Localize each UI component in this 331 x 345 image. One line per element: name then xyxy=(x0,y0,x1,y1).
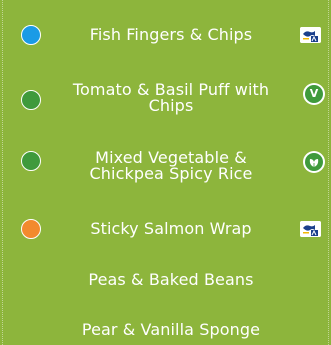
dotted-border-right xyxy=(328,0,329,345)
dotted-border-left xyxy=(2,0,3,345)
blue-dot-icon xyxy=(21,25,41,45)
menu-item-label: Fish Fingers & Chips xyxy=(89,25,253,44)
menu-item-label: Mixed Vegetable & Chickpea Spicy Rice xyxy=(89,148,253,183)
green-dot-icon xyxy=(21,151,41,171)
menu-item-label: Sticky Salmon Wrap xyxy=(90,219,252,238)
menu-item-label: Pear & Vanilla Sponge xyxy=(81,320,261,339)
vegan-leaf-icon xyxy=(303,151,325,173)
menu-item-label: Peas & Baked Beans xyxy=(88,270,254,289)
menu-item-label: Tomato & Basil Puff with Chips xyxy=(72,80,270,115)
msc-fish-icon xyxy=(300,221,321,237)
vegetarian-v-icon: V xyxy=(303,83,325,105)
menu-panel: Fish Fingers & Chips Tomato & Basil Puff… xyxy=(0,0,331,345)
vegetarian-v-text: V xyxy=(305,85,323,103)
msc-fish-icon xyxy=(300,27,321,43)
green-dot-icon xyxy=(21,90,41,110)
orange-dot-icon xyxy=(21,219,41,239)
